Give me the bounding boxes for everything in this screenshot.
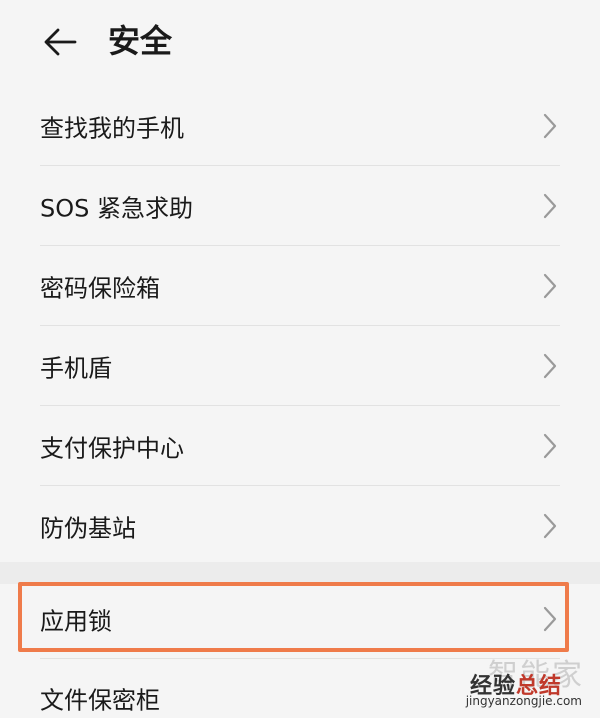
- list-item-label: 文件保密柜: [40, 686, 160, 715]
- list-item-payment-protection[interactable]: 支付保护中心: [0, 406, 600, 486]
- list-item-label: 防伪基站: [40, 514, 136, 543]
- chevron-right-icon: [543, 273, 557, 299]
- page-title: 安全: [108, 22, 173, 60]
- list-item-label: SOS 紧急求助: [40, 194, 193, 223]
- security-settings-list: 查找我的手机 SOS 紧急求助 密码保险箱 手机盾 支付保护中心 防伪基站: [0, 86, 600, 566]
- list-item-label: 查找我的手机: [40, 114, 184, 143]
- list-item-find-my-phone[interactable]: 查找我的手机: [0, 86, 600, 166]
- list-item-app-lock[interactable]: 应用锁: [0, 584, 600, 654]
- list-item-fake-base-station[interactable]: 防伪基站: [0, 486, 600, 566]
- chevron-right-icon: [543, 193, 557, 219]
- chevron-right-icon: [543, 113, 557, 139]
- list-item-file-safe[interactable]: 文件保密柜: [0, 660, 600, 718]
- group-separator: [0, 562, 600, 584]
- list-item-sos[interactable]: SOS 紧急求助: [0, 166, 600, 246]
- chevron-right-icon: [543, 353, 557, 379]
- list-item-label: 手机盾: [40, 354, 112, 383]
- chevron-right-icon: [543, 606, 557, 632]
- list-item-label: 应用锁: [40, 607, 112, 636]
- list-item-label: 密码保险箱: [40, 274, 160, 303]
- divider: [40, 658, 560, 659]
- list-item-password-vault[interactable]: 密码保险箱: [0, 246, 600, 326]
- list-item-label: 支付保护中心: [40, 434, 184, 463]
- chevron-right-icon: [543, 433, 557, 459]
- chevron-right-icon: [543, 513, 557, 539]
- back-arrow-icon[interactable]: [40, 22, 80, 62]
- header: 安全: [0, 0, 600, 84]
- list-item-phone-shield[interactable]: 手机盾: [0, 326, 600, 406]
